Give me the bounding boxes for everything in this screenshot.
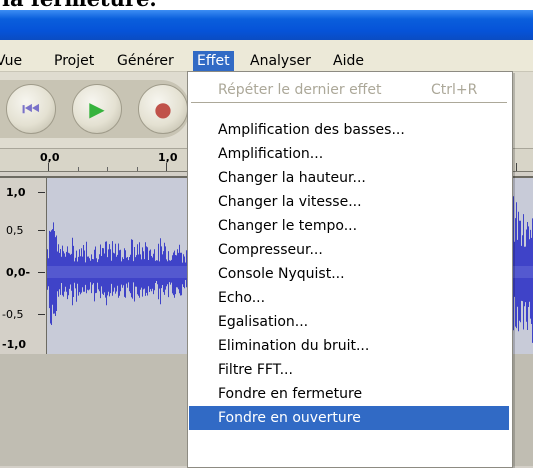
- menu-item-nyquist-console[interactable]: Console Nyquist...: [189, 262, 509, 286]
- menu-item-change-speed[interactable]: Changer la vitesse...: [189, 190, 509, 214]
- scale-label-bottom: -1,0: [2, 338, 27, 351]
- menu-item-label: Changer la vitesse...: [218, 194, 362, 210]
- menu-separator: [191, 102, 507, 103]
- menu-item-change-tempo[interactable]: Changer le tempo...: [189, 214, 509, 238]
- menu-item-label: Filtre FFT...: [218, 362, 293, 378]
- menu-item-amplify[interactable]: Amplification...: [189, 142, 509, 166]
- ruler-tick: [516, 163, 517, 171]
- menu-vue[interactable]: Vue: [0, 51, 24, 71]
- menu-item-echo[interactable]: Echo...: [189, 286, 509, 310]
- menu-item-change-pitch[interactable]: Changer la hauteur...: [189, 166, 509, 190]
- menu-item-noise-removal[interactable]: Elimination du bruit...: [189, 334, 509, 358]
- menu-item-label: Elimination du bruit...: [218, 338, 370, 354]
- skip-to-start-button[interactable]: ⏮: [6, 84, 56, 134]
- menu-item-fft-filter[interactable]: Filtre FFT...: [189, 358, 509, 382]
- menu-item-label: Amplification...: [218, 146, 324, 162]
- menu-analyser[interactable]: Analyser: [248, 51, 313, 71]
- window-title-bar: [0, 10, 533, 40]
- scale-tick: [38, 314, 45, 315]
- menu-aide[interactable]: Aide: [331, 51, 366, 71]
- scale-label-top: 1,0: [6, 186, 26, 199]
- ruler-minor-tick: [107, 167, 108, 171]
- menu-projet[interactable]: Projet: [52, 51, 96, 71]
- menu-item-label: Fondre en fermeture: [218, 386, 363, 402]
- ruler-tick: [48, 163, 49, 171]
- play-button[interactable]: ▶: [72, 84, 122, 134]
- effect-menu-dropdown: Répéter le dernier effet Ctrl+R Amplific…: [187, 71, 513, 468]
- menu-item-label: Egalisation...: [218, 314, 309, 330]
- menu-item-fade-in[interactable]: Fondre en ouverture: [189, 406, 509, 430]
- page-heading: la fermeture.: [0, 0, 533, 10]
- menu-item-fade-out[interactable]: Fondre en fermeture: [189, 382, 509, 406]
- menu-item-shortcut: Ctrl+R: [431, 82, 478, 98]
- menu-item-label: Echo...: [218, 290, 266, 306]
- ruler-label-one: 1,0: [158, 151, 178, 164]
- scale-label-zero: 0,0-: [6, 266, 31, 279]
- scale-tick: [38, 192, 45, 193]
- ruler-minor-tick: [78, 167, 79, 171]
- menu-effet[interactable]: Effet: [193, 51, 234, 71]
- scale-label-neg-half: -0,5: [2, 308, 24, 321]
- menu-item-label: Changer la hauteur...: [218, 170, 366, 186]
- record-icon: ●: [154, 97, 172, 121]
- ruler-minor-tick: [137, 167, 138, 171]
- menu-item-label: Console Nyquist...: [218, 266, 345, 282]
- menu-bar: Vue Projet Générer Effet Analyser Aide: [0, 40, 533, 72]
- skip-to-start-icon: ⏮: [22, 97, 40, 121]
- scale-label-half: 0,5: [6, 224, 24, 237]
- menu-item-label: Compresseur...: [218, 242, 323, 258]
- play-icon: ▶: [89, 97, 105, 121]
- scale-tick: [38, 230, 45, 231]
- menu-generer[interactable]: Générer: [115, 51, 176, 71]
- ruler-tick: [166, 163, 167, 171]
- track-vertical-scale: 1,0 0,5 0,0- -0,5 -1,0: [0, 178, 47, 354]
- menu-item-label: Amplification des basses...: [218, 122, 405, 138]
- menu-item-label: Répéter le dernier effet: [218, 82, 382, 98]
- menu-item-compressor[interactable]: Compresseur...: [189, 238, 509, 262]
- scale-tick: [38, 272, 45, 273]
- menu-item-equalization[interactable]: Egalisation...: [189, 310, 509, 334]
- menu-item-label: Fondre en ouverture: [218, 410, 361, 426]
- page-heading-text: la fermeture.: [2, 0, 157, 10]
- menu-item-repeat-last-effect: Répéter le dernier effet Ctrl+R: [189, 78, 509, 102]
- ruler-label-start: 0,0: [40, 151, 60, 164]
- menu-item-label: Changer le tempo...: [218, 218, 358, 234]
- menu-item-bass-boost[interactable]: Amplification des basses...: [189, 118, 509, 142]
- record-button[interactable]: ●: [138, 84, 188, 134]
